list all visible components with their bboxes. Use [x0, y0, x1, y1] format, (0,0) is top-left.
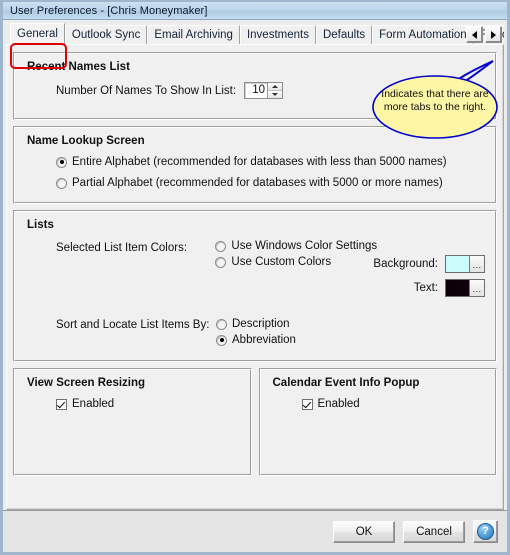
background-color-swatch	[446, 256, 469, 272]
tab-general-label: General	[17, 28, 58, 40]
tab-scroll-left-button[interactable]	[466, 26, 483, 43]
radio-use-windows-color-settings-indicator[interactable]	[215, 240, 227, 252]
tab-general[interactable]: General	[10, 23, 65, 44]
checkbox-view-screen-resizing-label: Enabled	[72, 398, 115, 410]
ok-button[interactable]: OK	[333, 520, 395, 543]
group-view-screen-resizing: View Screen Resizing Enabled	[13, 368, 252, 476]
group-recent-names-title: Recent Names List	[27, 61, 130, 73]
checkbox-view-screen-resizing-indicator[interactable]	[56, 398, 67, 410]
tab-strip: General Outlook Sync Email Archiving Inv…	[6, 23, 504, 44]
radio-sort-description-indicator[interactable]	[216, 318, 227, 330]
checkbox-view-screen-resizing-enabled[interactable]: Enabled	[27, 398, 240, 410]
group-view-screen-resizing-title: View Screen Resizing	[27, 377, 146, 389]
radio-use-windows-color-settings[interactable]: Use Windows Color Settings	[215, 240, 377, 252]
group-lists: Lists Selected List Item Colors: Use Win…	[13, 210, 497, 362]
bottom-panels: View Screen Resizing Enabled Calendar Ev…	[13, 368, 497, 476]
radio-sort-description-label: Description	[232, 318, 290, 330]
radio-sort-abbreviation-indicator[interactable]	[216, 334, 227, 346]
tab-scroll-right-button[interactable]	[485, 26, 502, 43]
group-name-lookup-screen: Name Lookup Screen Entire Alphabet (reco…	[13, 126, 497, 204]
number-of-names-stepper[interactable]: 10	[244, 82, 284, 99]
tab-defaults[interactable]: Defaults	[315, 25, 373, 44]
radio-sort-abbreviation-label: Abbreviation	[232, 334, 296, 346]
radio-partial-alphabet[interactable]: Partial Alphabet (recommended for databa…	[27, 177, 485, 189]
radio-use-custom-colors-indicator[interactable]	[215, 256, 227, 268]
tab-form-automation-label: Form Automation	[379, 29, 467, 41]
question-mark-icon: ?	[477, 523, 494, 540]
selected-list-item-colors-label: Selected List Item Colors:	[56, 242, 188, 254]
group-calendar-event-info-popup: Calendar Event Info Popup Enabled	[258, 368, 497, 476]
radio-partial-alphabet-label: Partial Alphabet (recommended for databa…	[72, 177, 443, 189]
radio-use-custom-colors[interactable]: Use Custom Colors	[215, 256, 367, 268]
caret-up-icon	[272, 84, 279, 88]
tab-email-archiving-label: Email Archiving	[154, 29, 233, 41]
tab-investments[interactable]: Investments	[239, 25, 316, 44]
triangle-left-icon	[472, 30, 477, 39]
group-lists-title: Lists	[27, 219, 54, 231]
window-title-bar: User Preferences - [Chris Moneymaker]	[3, 2, 507, 20]
radio-sort-abbreviation[interactable]: Abbreviation	[216, 334, 296, 346]
radio-entire-alphabet-label: Entire Alphabet (recommended for databas…	[72, 156, 447, 168]
radio-use-windows-color-settings-label: Use Windows Color Settings	[231, 240, 378, 252]
stepper-up-button[interactable]	[268, 83, 283, 91]
help-button[interactable]: ?	[473, 520, 498, 543]
tab-investments-label: Investments	[246, 29, 309, 41]
background-color-browse-button[interactable]: ...	[469, 256, 484, 272]
sort-and-locate-label: Sort and Locate List Items By:	[56, 319, 210, 331]
group-calendar-event-popup-title: Calendar Event Info Popup	[272, 377, 420, 389]
general-tab-page: Recent Names List Number Of Names To Sho…	[6, 44, 504, 510]
background-color-label: Background:	[373, 258, 438, 270]
user-preferences-window: User Preferences - [Chris Moneymaker] Ge…	[0, 0, 510, 555]
text-color-browse-button[interactable]: ...	[469, 280, 484, 296]
number-of-names-label: Number Of Names To Show In List:	[56, 84, 237, 97]
text-color-swatch	[446, 280, 469, 296]
triangle-right-icon	[491, 30, 496, 39]
cancel-button-label: Cancel	[416, 525, 452, 538]
tab-scroll-buttons	[466, 26, 502, 43]
radio-entire-alphabet-indicator[interactable]	[56, 156, 67, 168]
number-of-names-value: 10	[252, 84, 266, 96]
group-recent-names-list: Recent Names List Number Of Names To Sho…	[13, 52, 497, 120]
text-color-label: Text:	[413, 282, 438, 294]
checkbox-calendar-event-popup-indicator[interactable]	[301, 398, 313, 410]
text-color-picker[interactable]: ...	[445, 279, 485, 297]
checkbox-calendar-event-popup-enabled[interactable]: Enabled	[273, 398, 486, 410]
tab-outlook-sync[interactable]: Outlook Sync	[64, 25, 148, 44]
tab-email-archiving[interactable]: Email Archiving	[147, 25, 240, 44]
radio-entire-alphabet[interactable]: Entire Alphabet (recommended for databas…	[27, 156, 485, 168]
dialog-body: General Outlook Sync Email Archiving Inv…	[3, 20, 507, 510]
caret-down-icon	[272, 92, 279, 96]
group-name-lookup-title: Name Lookup Screen	[27, 135, 145, 147]
ok-button-label: OK	[355, 525, 373, 538]
background-color-picker[interactable]: ...	[445, 255, 485, 273]
radio-use-custom-colors-label: Use Custom Colors	[231, 256, 332, 268]
tab-outlook-sync-label: Outlook Sync	[71, 29, 141, 41]
window-title: User Preferences - [Chris Moneymaker]	[10, 4, 208, 17]
stepper-down-button[interactable]	[268, 90, 283, 98]
tab-form-automation[interactable]: Form Automation	[372, 25, 474, 44]
tab-defaults-label: Defaults	[322, 29, 366, 41]
cancel-button[interactable]: Cancel	[403, 520, 465, 543]
dialog-footer: OK Cancel ?	[3, 510, 507, 552]
radio-sort-description[interactable]: Description	[216, 318, 296, 330]
radio-partial-alphabet-indicator[interactable]	[56, 177, 67, 189]
checkbox-calendar-event-popup-label: Enabled	[317, 398, 360, 410]
